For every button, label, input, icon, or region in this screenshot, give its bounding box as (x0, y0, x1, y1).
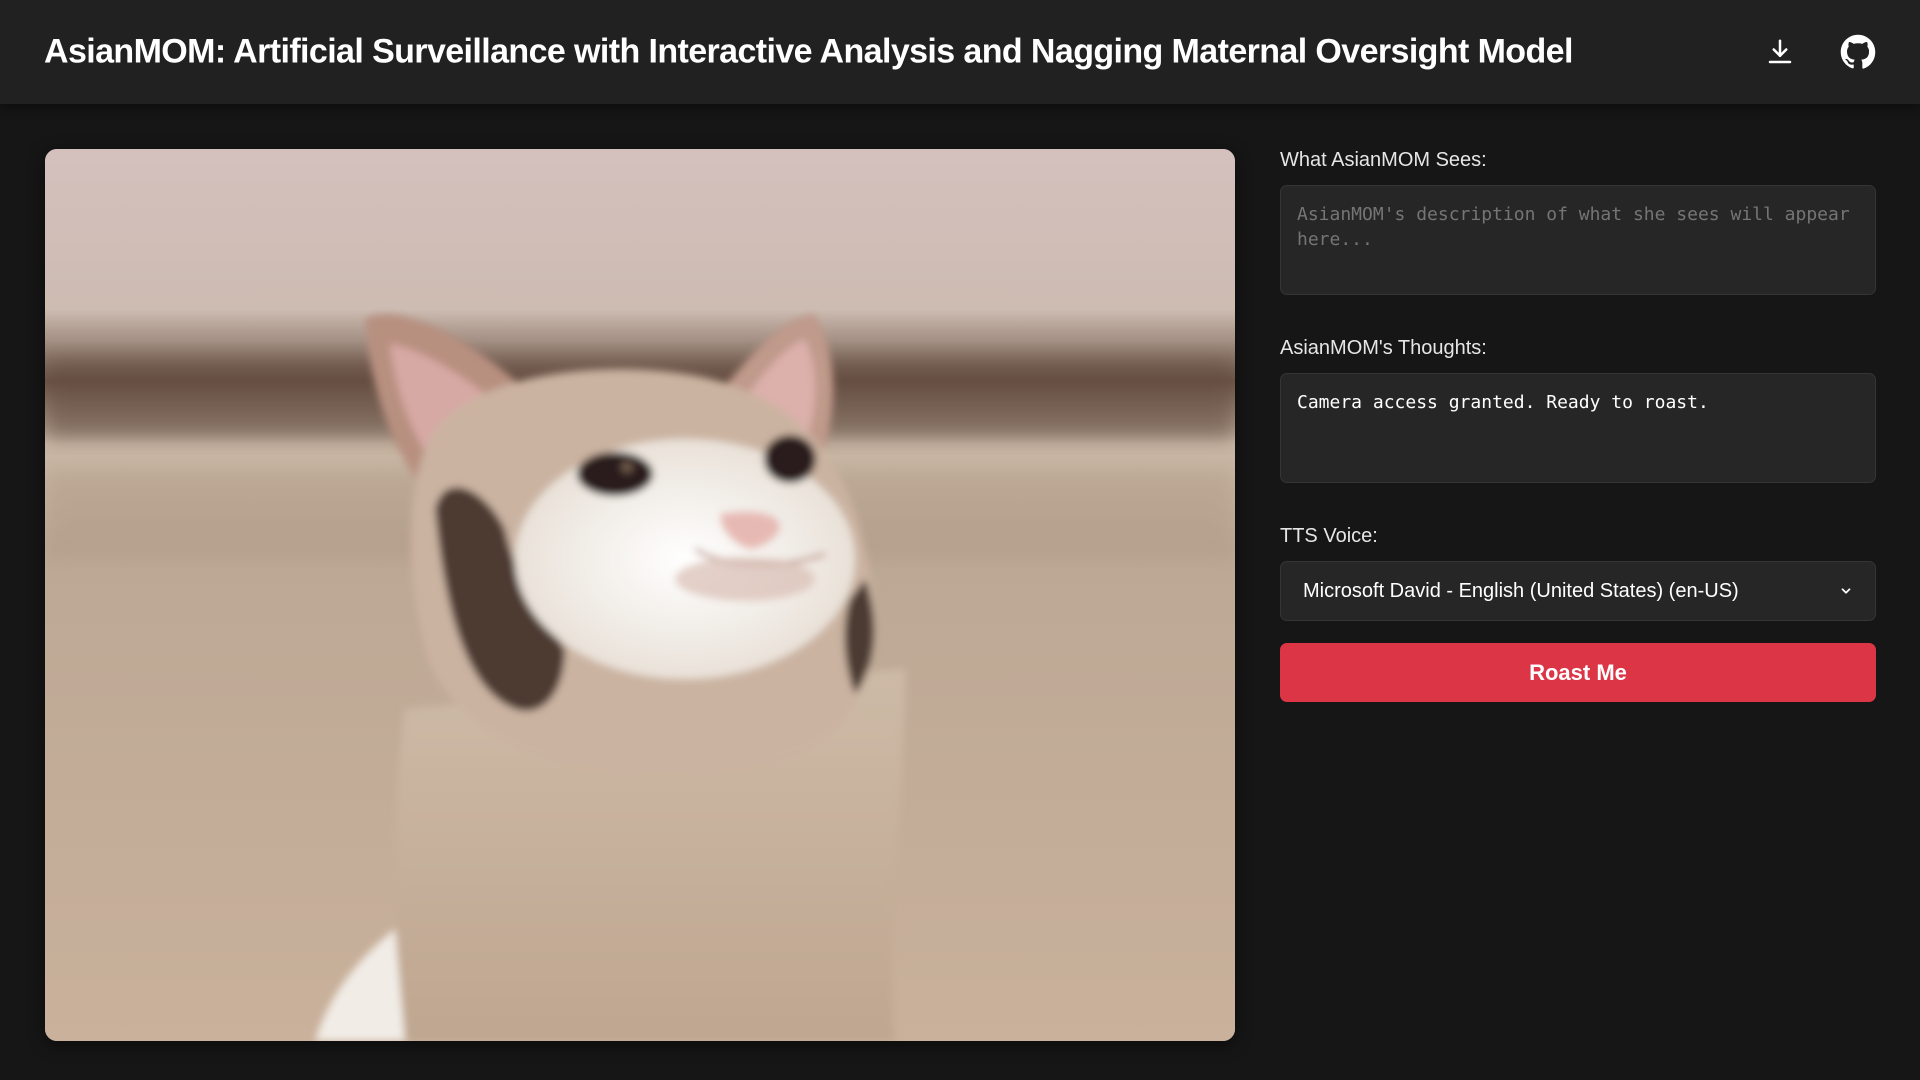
cat-image (45, 149, 1235, 1041)
app-header: AsianMOM: Artificial Surveillance with I… (0, 0, 1920, 104)
webcam-feed (45, 149, 1235, 1041)
page-title: AsianMOM: Artificial Surveillance with I… (44, 32, 1573, 71)
sees-description-field[interactable] (1280, 185, 1876, 295)
sees-label: What AsianMOM Sees: (1280, 149, 1487, 171)
thoughts-field[interactable]: Camera access granted. Ready to roast. (1280, 373, 1876, 483)
thoughts-label: AsianMOM's Thoughts: (1280, 337, 1487, 359)
tts-voice-label: TTS Voice: (1280, 525, 1378, 547)
download-button[interactable] (1758, 30, 1802, 74)
chevron-down-icon (1841, 588, 1851, 594)
tts-voice-select[interactable]: Microsoft David - English (United States… (1280, 561, 1876, 621)
roast-me-button[interactable]: Roast Me (1280, 643, 1876, 702)
tts-voice-selected: Microsoft David - English (United States… (1303, 579, 1739, 602)
control-panel: What AsianMOM Sees: AsianMOM's Thoughts:… (1280, 149, 1876, 702)
github-icon (1840, 34, 1876, 69)
github-link[interactable] (1836, 30, 1880, 74)
download-icon (1768, 39, 1792, 64)
